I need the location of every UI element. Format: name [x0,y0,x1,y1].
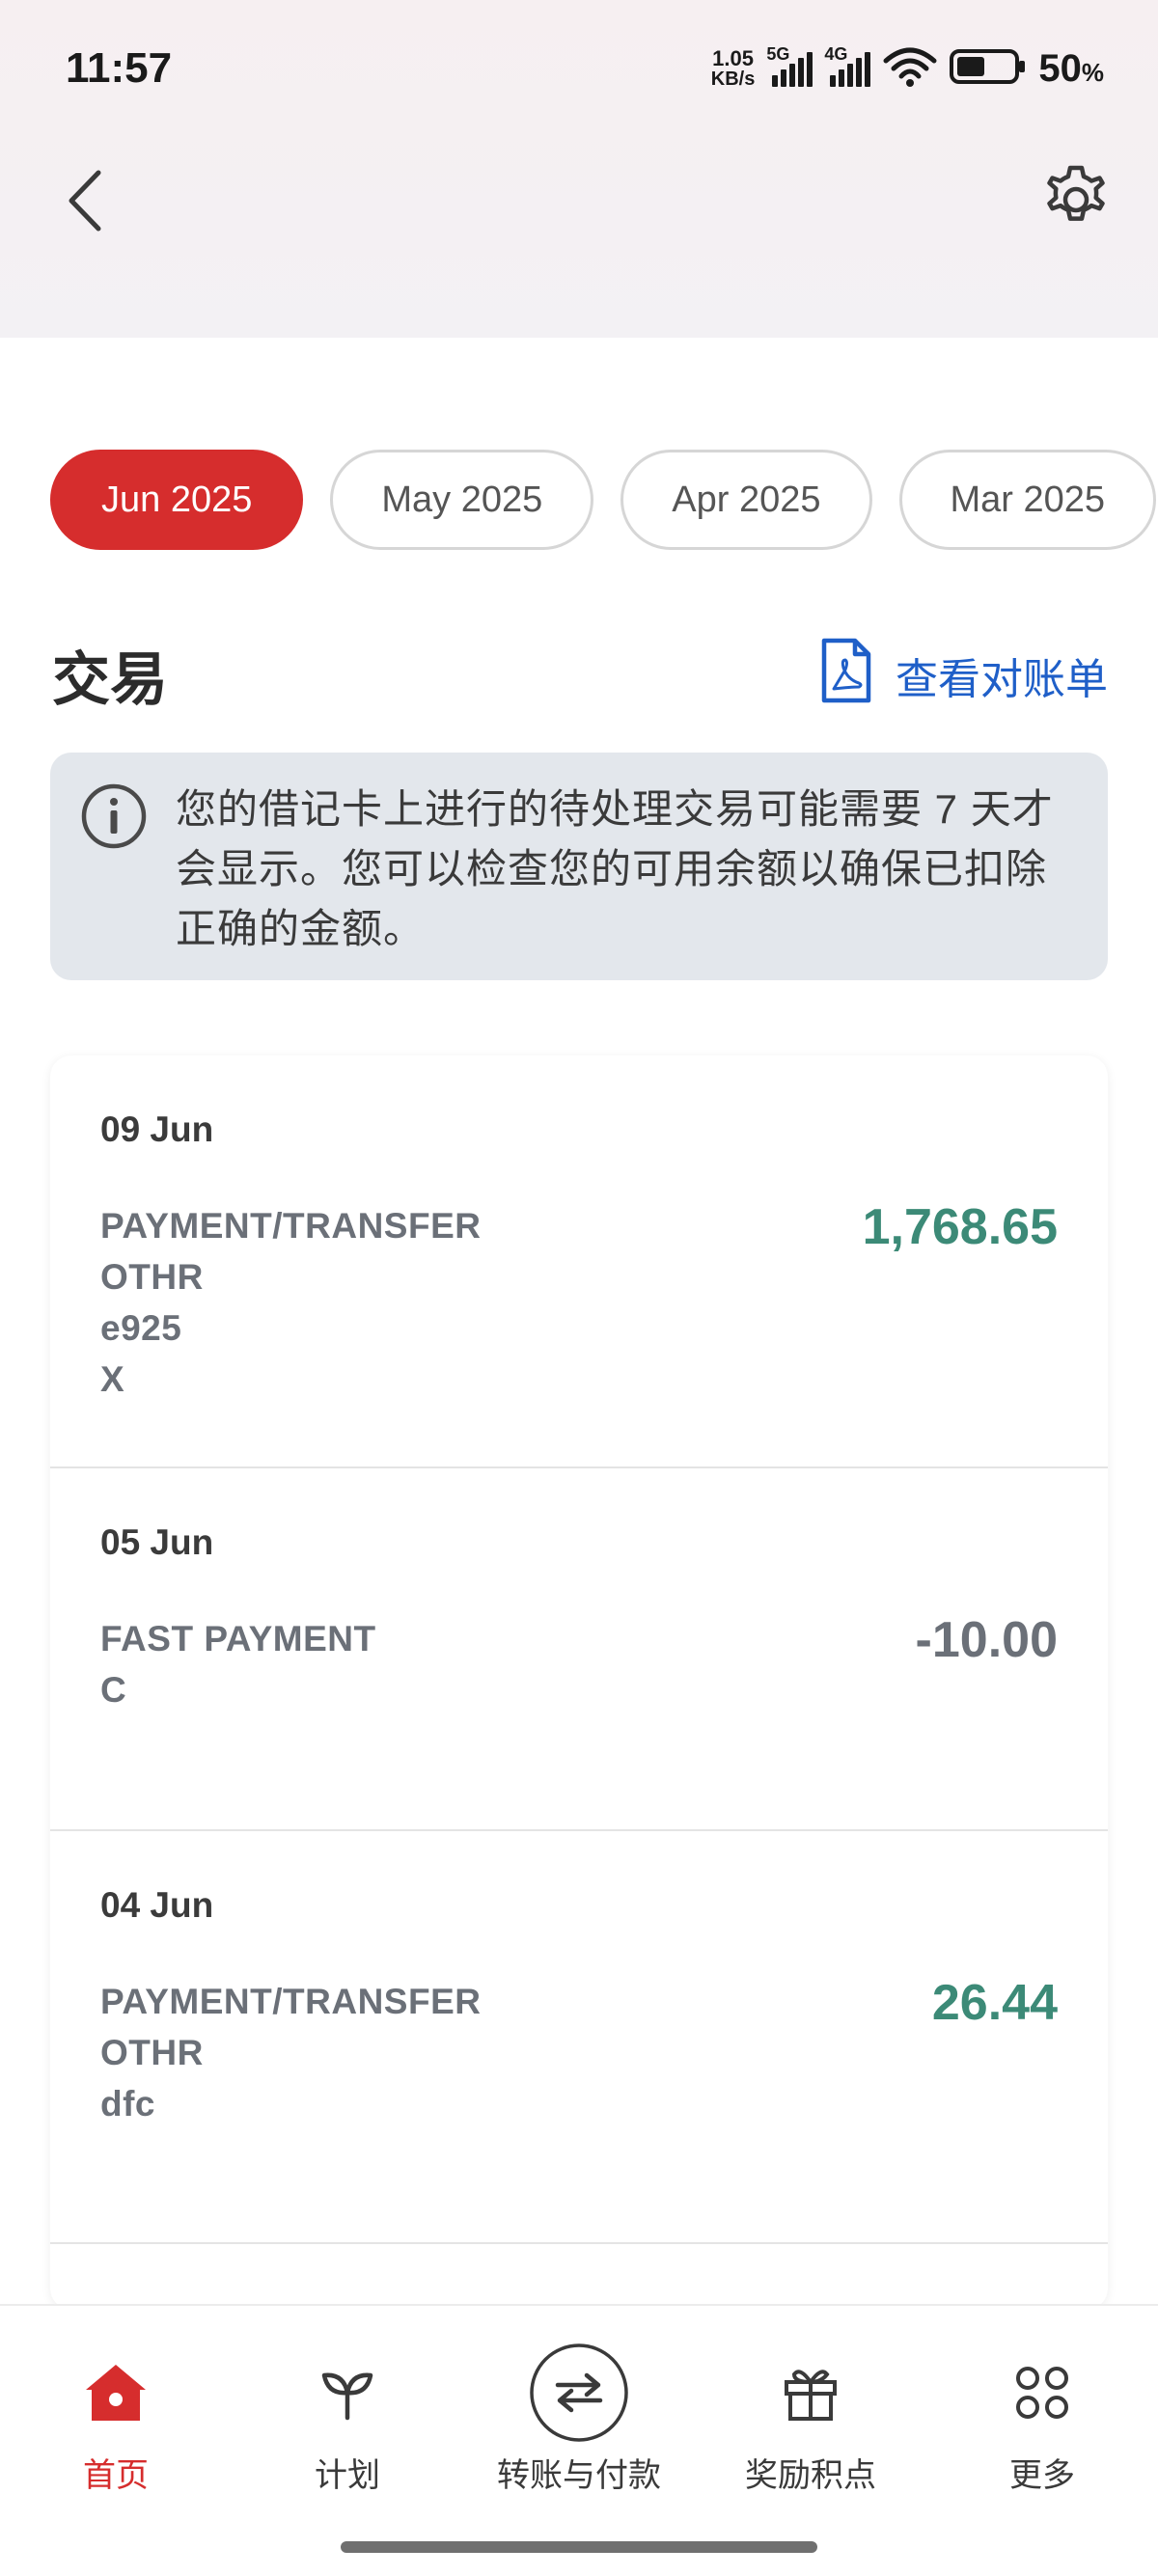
banner-text: 您的借记卡上进行的待处理交易可能需要 7 天才会显示。您可以检查您的可用余额以确… [176,786,1054,951]
sprout-icon [318,2344,376,2441]
transaction-desc-line: X [100,1359,125,1399]
gear-icon [1038,162,1114,242]
transaction-desc-line: C [100,1670,127,1710]
app-bar [0,145,1158,260]
transaction-date: 09 Jun [100,1110,214,1149]
transaction-row[interactable]: 09 Jun PAYMENT/TRANSFER OTHR e925 X 1,76… [50,1055,1108,1468]
back-button[interactable] [56,164,114,241]
transfer-arrows-icon [529,2343,629,2442]
transaction-desc-line: OTHR [100,1257,204,1297]
battery-icon [950,47,1027,91]
sim2-tag: 4G [824,44,848,64]
transaction-amount: -10.00 [915,1612,1058,1668]
nav-transfer-label: 转账与付款 [497,2457,661,2494]
home-icon [82,2344,150,2441]
header-area: 11:57 1.05 KB/s 5G 4G 50% [0,0,1158,338]
transaction-date: 05 Jun [100,1522,214,1562]
transaction-desc-line: e925 [100,1308,182,1348]
bottom-navigation: 首页 计划 转账与付款 奖励积点 更多 [0,2304,1158,2576]
view-statement-label: 查看对账单 [896,656,1108,703]
gift-icon [781,2344,841,2441]
month-chip-jun-2025[interactable]: Jun 2025 [50,450,304,550]
nav-home[interactable]: 首页 [0,2344,232,2508]
nav-rewards-label: 奖励积点 [745,2457,876,2494]
transaction-row[interactable]: 05 Jun FAST PAYMENT C -10.00 [50,1468,1108,1831]
nav-more[interactable]: 更多 [926,2344,1158,2508]
month-chip-apr-2025[interactable]: Apr 2025 [620,450,872,550]
month-selector: Jun 2025 May 2025 Apr 2025 Mar 2025 [50,450,1157,550]
signal-5g-icon: 5G [766,44,813,87]
nav-plan[interactable]: 计划 [232,2344,463,2508]
chevron-left-icon [66,169,104,237]
signal-4g-icon: 4G [824,44,871,87]
network-speed-value: 1.05 [712,46,754,70]
info-icon [79,781,149,856]
transaction-desc-line: FAST PAYMENT [100,1619,376,1658]
settings-button[interactable] [1033,158,1119,245]
network-speed-unit: KB/s [710,69,756,90]
view-statement-link[interactable]: 查看对账单 [818,637,1108,714]
nav-more-label: 更多 [1009,2457,1075,2494]
section-title: 交易 [52,647,168,712]
transaction-description: FAST PAYMENT C [100,1613,602,1715]
nav-home-label: 首页 [83,2457,149,2494]
transaction-amount: 1,768.65 [862,1199,1058,1255]
month-chip-may-2025[interactable]: May 2025 [330,450,594,550]
nav-transfer[interactable]: 转账与付款 [463,2343,695,2508]
home-indicator[interactable] [341,2541,817,2553]
pdf-document-icon [818,637,874,715]
wifi-icon [882,45,938,93]
transaction-desc-line: dfc [100,2084,155,2124]
month-chip-mar-2025[interactable]: Mar 2025 [898,450,1157,550]
battery-percent-value: 50 [1038,46,1082,90]
battery-percent: 50% [1038,47,1104,91]
grid-dots-icon [1013,2344,1071,2441]
status-time: 11:57 [66,44,173,92]
transaction-description: PAYMENT/TRANSFER OTHR dfc [100,1976,602,2129]
nav-rewards[interactable]: 奖励积点 [695,2344,926,2508]
transaction-desc-line: OTHR [100,2033,204,2072]
pending-transactions-banner: 您的借记卡上进行的待处理交易可能需要 7 天才会显示。您可以检查您的可用余额以确… [50,753,1108,980]
transaction-description: PAYMENT/TRANSFER OTHR e925 X [100,1200,602,1405]
network-speed: 1.05 KB/s [710,46,756,90]
status-indicators: 1.05 KB/s 5G 4G 50% [711,44,1104,93]
status-bar: 11:57 1.05 KB/s 5G 4G 50% [0,0,1158,135]
transaction-amount: 26.44 [931,1975,1058,2031]
battery-percent-symbol: % [1081,57,1104,87]
transaction-date: 04 Jun [100,1885,214,1925]
nav-plan-label: 计划 [315,2457,380,2494]
transaction-desc-line: PAYMENT/TRANSFER [100,1206,482,1246]
sim1-tag: 5G [766,44,790,64]
transaction-row[interactable]: 04 Jun PAYMENT/TRANSFER OTHR dfc 26.44 [50,1831,1108,2244]
transactions-list: 09 Jun PAYMENT/TRANSFER OTHR e925 X 1,76… [50,1055,1108,2310]
transaction-desc-line: PAYMENT/TRANSFER [100,1982,482,2021]
